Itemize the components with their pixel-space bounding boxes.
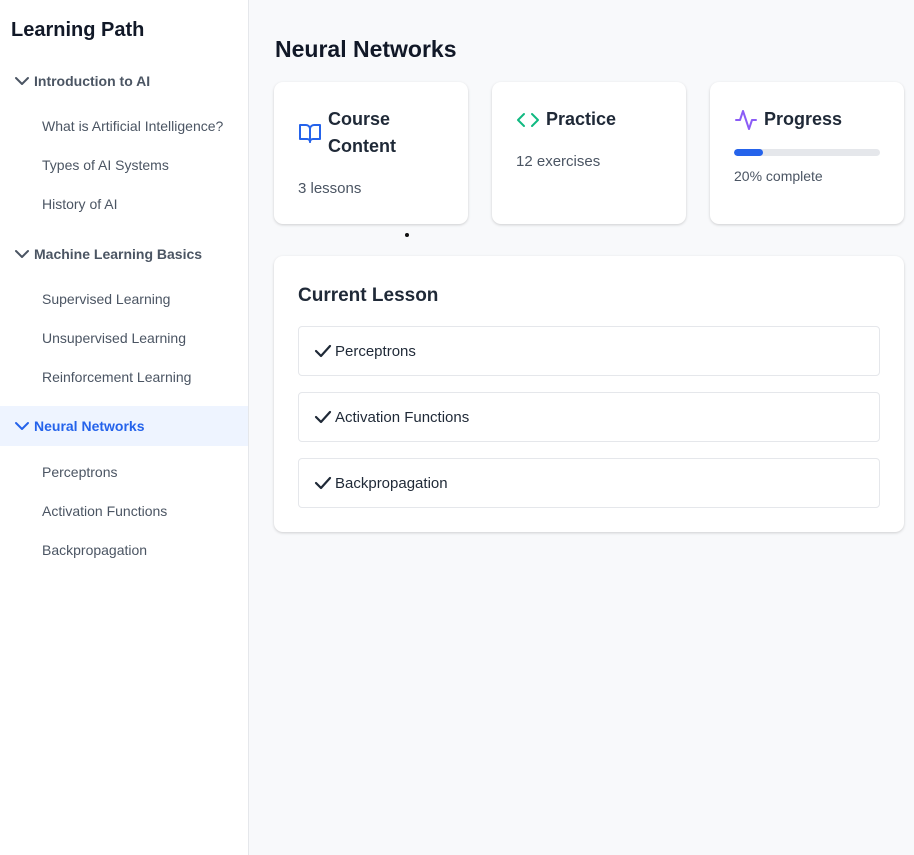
sidebar-item-unsupervised-learning[interactable]: Unsupervised Learning — [42, 330, 186, 346]
book-open-icon — [299, 124, 321, 143]
sidebar-item-supervised-learning[interactable]: Supervised Learning — [42, 291, 170, 307]
check-icon — [314, 476, 332, 490]
check-icon — [314, 344, 332, 358]
sidebar-item-reinforcement-learning[interactable]: Reinforcement Learning — [42, 369, 191, 385]
chevron-down-icon — [15, 77, 29, 85]
card-subtitle: 12 exercises — [516, 153, 601, 170]
sidebar-section-introduction-to-ai[interactable]: Introduction to AI — [0, 61, 248, 101]
card-title: Progress — [764, 109, 843, 129]
sidebar-item-perceptrons[interactable]: Perceptrons — [42, 464, 117, 480]
course-content-card[interactable]: Course Content 3 lessons — [274, 82, 468, 224]
sidebar-item-what-is-ai[interactable]: What is Artificial Intelligence? — [42, 118, 223, 134]
lesson-label: Perceptrons — [335, 343, 416, 360]
sidebar-item-types-of-ai-systems[interactable]: Types of AI Systems — [42, 157, 169, 173]
page-title: Neural Networks — [275, 36, 457, 62]
sidebar-section-machine-learning-basics[interactable]: Machine Learning Basics — [0, 234, 248, 274]
sidebar-title: Learning Path — [11, 19, 145, 41]
code-icon — [517, 113, 539, 127]
sidebar-item-backpropagation[interactable]: Backpropagation — [42, 542, 147, 558]
progress-card[interactable]: Progress 20% complete — [710, 82, 904, 224]
check-icon — [314, 410, 332, 424]
current-lesson-panel: Current Lesson Perceptrons Activation Fu… — [274, 256, 904, 532]
chevron-down-icon — [15, 422, 29, 430]
progress-label: 20% complete — [734, 168, 823, 184]
current-lesson-heading: Current Lesson — [298, 285, 439, 306]
progress-bar-fill — [734, 149, 764, 156]
sidebar-item-activation-functions[interactable]: Activation Functions — [42, 503, 167, 519]
sidebar-section-label: Neural Networks — [34, 418, 145, 434]
activity-icon — [735, 110, 757, 130]
lesson-item-activation-functions[interactable]: Activation Functions — [298, 392, 880, 442]
card-title: Course Content — [328, 109, 396, 156]
lesson-item-backpropagation[interactable]: Backpropagation — [298, 458, 880, 508]
chevron-down-icon — [15, 250, 29, 258]
sidebar: Learning Path Introduction to AI What is… — [0, 0, 249, 855]
sidebar-item-history-of-ai[interactable]: History of AI — [42, 196, 117, 212]
lesson-item-perceptrons[interactable]: Perceptrons — [298, 326, 880, 376]
pointer-dot — [405, 233, 409, 237]
card-title: Practice — [546, 109, 617, 129]
lesson-label: Backpropagation — [335, 475, 448, 492]
sidebar-section-label: Machine Learning Basics — [34, 246, 203, 262]
card-subtitle: 3 lessons — [298, 180, 362, 197]
progress-bar — [734, 149, 880, 156]
sidebar-section-label: Introduction to AI — [34, 73, 151, 89]
sidebar-section-neural-networks[interactable]: Neural Networks — [0, 406, 248, 446]
lesson-label: Activation Functions — [335, 409, 470, 426]
practice-card[interactable]: Practice 12 exercises — [492, 82, 686, 224]
